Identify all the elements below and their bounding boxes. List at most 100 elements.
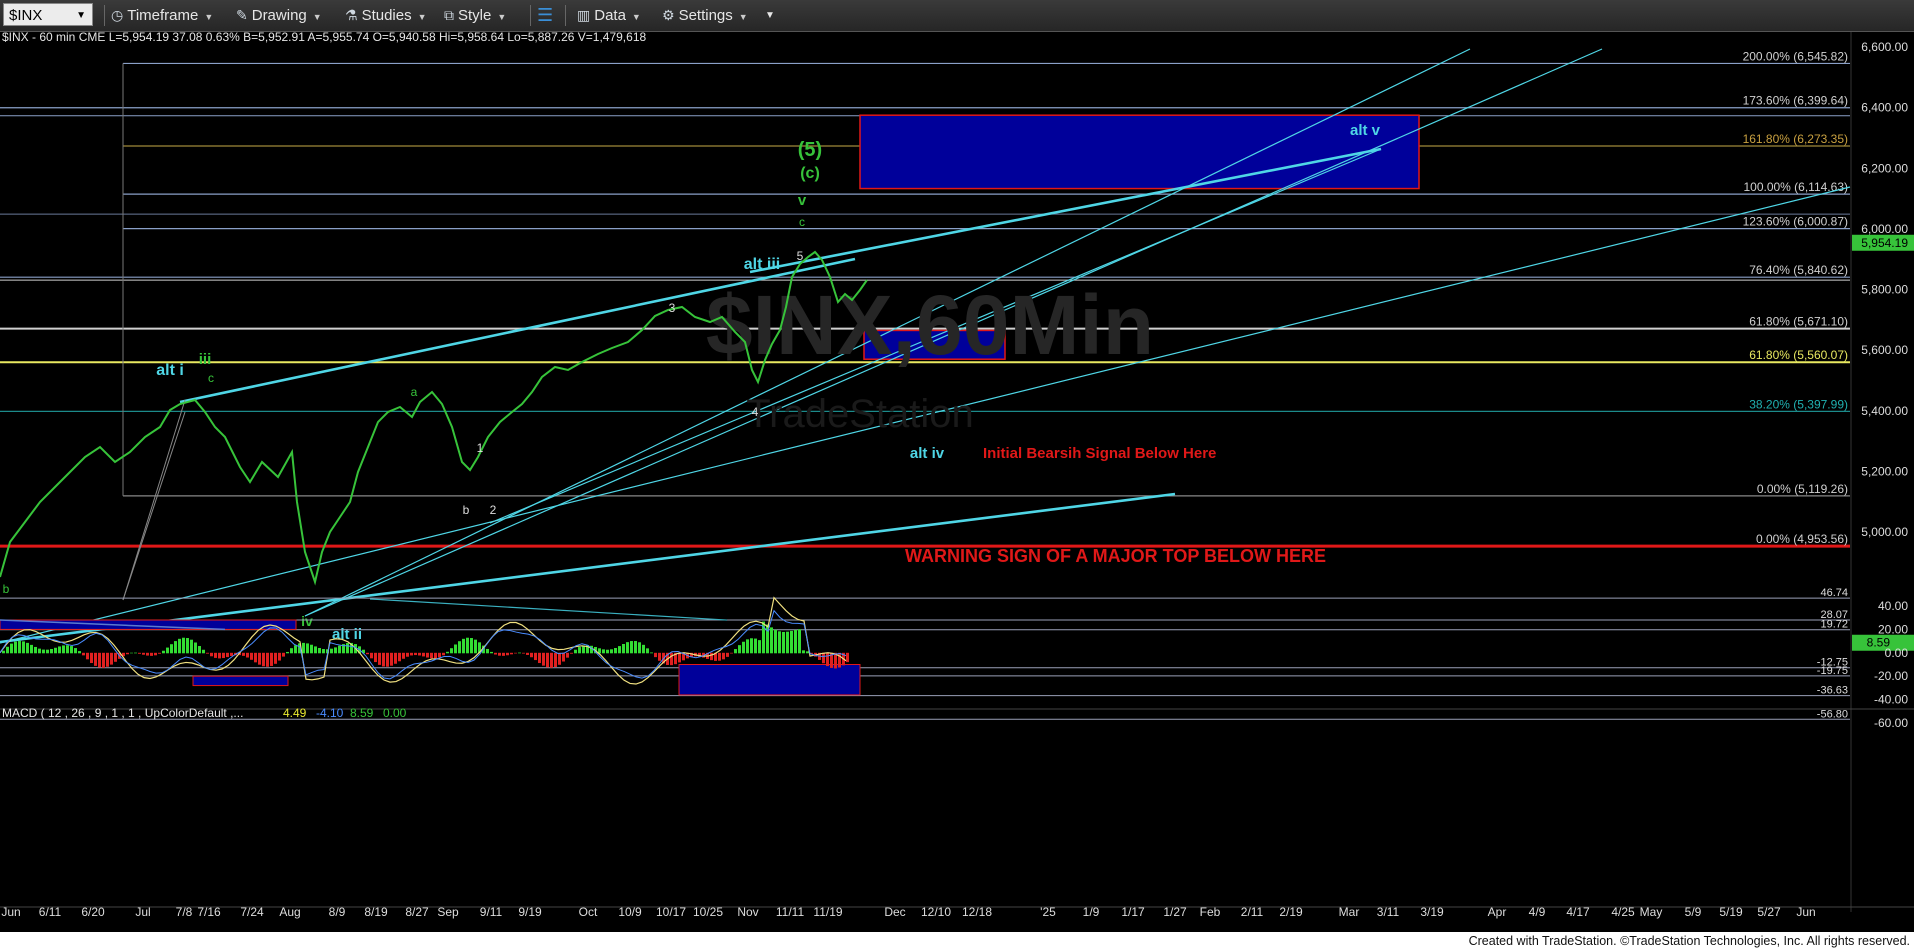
macd-bar — [394, 652, 397, 664]
y-tick-label: 5,200.00 — [1861, 464, 1908, 478]
wave-label: alt iv — [910, 445, 945, 462]
data-label: Data — [594, 7, 626, 24]
timeframe-button[interactable]: ◷ Timeframe ▼ — [111, 5, 213, 26]
macd-bar — [770, 627, 773, 654]
chevron-down-icon: ▼ — [204, 12, 214, 22]
style-label: Style — [458, 7, 492, 24]
macd-bar — [190, 639, 193, 654]
macd-header: MACD ( 12 , 26 , 9 , 1 , 1 , UpColorDefa… — [2, 706, 243, 720]
macd-bar — [486, 648, 489, 654]
x-tick-label: Dec — [884, 905, 905, 919]
macd-bar — [846, 652, 849, 663]
style-button[interactable]: ⧉ Style ▼ — [444, 5, 506, 26]
clock-icon: ◷ — [111, 7, 124, 23]
wave-label: iv — [301, 613, 313, 629]
macd-bar — [178, 638, 181, 654]
drawing-button[interactable]: ✎ Drawing ▼ — [236, 5, 322, 26]
symbol-input[interactable]: $INX ▼ — [3, 3, 93, 26]
macd-bar — [322, 649, 325, 654]
macd-bar — [746, 639, 749, 654]
symbol-value: $INX — [9, 7, 43, 24]
y-tick-label: 6,600.00 — [1861, 40, 1908, 54]
macd-bar — [754, 638, 757, 654]
macd-bar — [734, 649, 737, 654]
macd-bar — [42, 649, 45, 654]
macd-bar — [114, 652, 117, 662]
macd-bar — [678, 652, 681, 663]
macd-bar — [526, 652, 529, 655]
wave-label: b — [3, 582, 10, 596]
macd-bar — [130, 652, 133, 654]
y-tick-label: 5,800.00 — [1861, 283, 1908, 297]
macd-bar — [502, 652, 505, 656]
x-tick-label: Feb — [1200, 905, 1221, 919]
macd-bar — [94, 652, 97, 666]
macd-bar — [722, 652, 725, 660]
macd-bar — [490, 651, 493, 654]
macd-bar — [142, 652, 145, 655]
macd-bar — [266, 652, 269, 667]
macd-bar — [474, 639, 477, 654]
more-dropdown[interactable]: ▼ — [765, 5, 775, 26]
macd-bar — [50, 648, 53, 654]
studies-button[interactable]: ⚗ Studies ▼ — [345, 5, 427, 26]
macd-readout-2: -4.10 — [316, 706, 344, 720]
macd-bar — [786, 631, 789, 654]
macd-bar — [710, 652, 713, 661]
macd-bar — [6, 646, 9, 654]
settings-button[interactable]: ⚙ Settings ▼ — [662, 5, 748, 26]
macd-bar — [550, 652, 553, 668]
style-icon: ⧉ — [444, 7, 454, 23]
macd-bar — [774, 629, 777, 654]
price-chart[interactable]: 200.00% (6,545.82)173.60% (6,399.64)161.… — [0, 32, 1914, 932]
macd-bar — [510, 652, 513, 655]
x-tick-label: 11/11 — [776, 905, 805, 919]
macd-bar — [606, 649, 609, 654]
y-tick-label: 5,400.00 — [1861, 404, 1908, 418]
macd-level-label: 46.74 — [1820, 587, 1848, 599]
x-tick-label: 6/20 — [81, 905, 105, 919]
x-tick-label: Nov — [737, 905, 758, 919]
macd-bar — [166, 647, 169, 654]
macd-level-label: 19.72 — [1820, 619, 1848, 631]
macd-bar — [198, 646, 201, 654]
macd-bar — [262, 652, 265, 667]
macd-bar — [450, 648, 453, 654]
footer-copyright: Created with TradeStation. ©TradeStation… — [1468, 934, 1910, 948]
wave-label: a — [411, 385, 418, 399]
macd-bar — [98, 652, 101, 668]
chart-bars-icon: ▥ — [577, 7, 591, 23]
macd-bar — [54, 647, 57, 654]
macd-bar — [286, 651, 289, 654]
x-tick-label: 1/17 — [1121, 905, 1145, 919]
macd-bar — [546, 652, 549, 668]
macd-bar — [282, 652, 285, 657]
x-tick-label: 4/17 — [1566, 905, 1590, 919]
macd-bar — [794, 629, 797, 654]
x-tick-label: 8/19 — [364, 905, 388, 919]
macd-bar — [278, 652, 281, 661]
macd-bar — [398, 652, 401, 662]
last-price-label: 5,954.19 — [1861, 236, 1908, 250]
macd-bar — [146, 652, 149, 656]
x-tick-label: 1/27 — [1163, 905, 1187, 919]
macd-bar — [338, 645, 341, 654]
macd-bar — [826, 652, 829, 667]
macd-bar — [558, 652, 561, 665]
macd-bar — [26, 642, 29, 654]
x-tick-label: '25 — [1040, 905, 1056, 919]
chevron-down-icon: ▼ — [738, 12, 748, 22]
major-top-warning-annotation: WARNING SIGN OF A MAJOR TOP BELOW HERE — [905, 546, 1326, 566]
x-tick-label: 9/11 — [480, 905, 503, 919]
x-tick-label: 7/8 — [176, 905, 193, 919]
macd-bar — [798, 629, 801, 654]
macd-bar — [294, 645, 297, 654]
macd-bar — [382, 652, 385, 667]
x-tick-label: 10/17 — [656, 905, 686, 919]
macd-bar — [314, 646, 317, 654]
x-tick-label: 2/19 — [1279, 905, 1303, 919]
macd-bar — [10, 643, 13, 654]
data-button[interactable]: ▥ Data ▼ — [577, 5, 641, 26]
layout-icon[interactable]: ☰ — [537, 5, 553, 26]
wave-label: 2 — [490, 503, 497, 517]
